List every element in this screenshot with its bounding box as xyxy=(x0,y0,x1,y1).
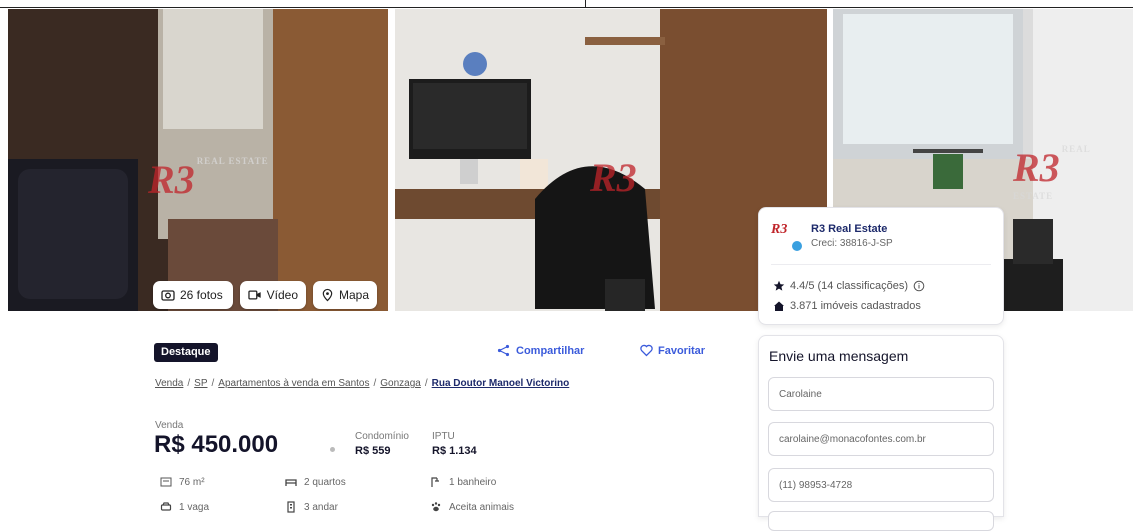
building-icon xyxy=(287,501,295,513)
camera-icon xyxy=(161,290,175,301)
watermark: R3 REAL ESTATE xyxy=(148,156,269,202)
agent-name[interactable]: R3 Real Estate xyxy=(811,223,887,235)
video-icon xyxy=(248,290,261,300)
agent-card[interactable]: R3 R3 Real Estate Creci: 38816-J-SP 4.4/… xyxy=(758,207,1004,325)
agent-creci: Creci: 38816-J-SP xyxy=(811,238,893,249)
map-label: Mapa xyxy=(338,288,369,302)
divider xyxy=(585,0,586,8)
email-field[interactable]: carolaine@monacofontes.com.br xyxy=(768,422,994,456)
breadcrumb-city[interactable]: Apartamentos à venda em Santos xyxy=(218,378,369,389)
feature-bathrooms: 1 banheiro xyxy=(430,476,496,488)
favorite-button[interactable]: Favoritar xyxy=(640,344,705,357)
top-border xyxy=(0,0,1133,8)
breadcrumb: Venda / SP / Apartamentos à venda em Santos /… xyxy=(155,378,569,389)
video-button[interactable]: Vídeo xyxy=(240,281,306,309)
breadcrumb-separator: / xyxy=(424,378,428,389)
iptu-label: IPTU xyxy=(432,431,455,442)
feature-area: 76 m² xyxy=(160,476,205,488)
info-icon[interactable] xyxy=(913,280,925,292)
divider xyxy=(771,264,991,265)
bed-icon xyxy=(285,479,297,486)
condo-label: Condomínio xyxy=(355,431,409,442)
separator-dot xyxy=(330,447,335,452)
contact-form-title: Envie uma mensagem xyxy=(769,348,909,364)
photos-label: 26 fotos xyxy=(180,288,223,302)
breadcrumb-street[interactable]: Rua Doutor Manoel Victorino xyxy=(432,378,570,389)
iptu-value: R$ 1.134 xyxy=(432,445,477,457)
highlight-badge: Destaque xyxy=(154,343,218,362)
name-field[interactable]: Carolaine xyxy=(768,377,994,411)
watermark: R3 REAL ESTATE xyxy=(1013,144,1091,201)
heart-icon xyxy=(640,344,653,357)
breadcrumb-separator: / xyxy=(187,378,191,389)
sale-label: Venda xyxy=(155,420,184,431)
share-button[interactable]: Compartilhar xyxy=(497,344,584,357)
agent-rating: 4.4/5 (14 classificações) xyxy=(773,280,925,292)
shower-icon xyxy=(431,477,439,487)
gallery-photo-1[interactable]: R3 REAL ESTATE 26 fotos Vídeo Mapa xyxy=(8,9,388,311)
car-icon xyxy=(160,502,172,511)
map-button[interactable]: Mapa xyxy=(313,281,377,309)
watermark: R3 xyxy=(590,155,637,200)
video-label: Vídeo xyxy=(266,288,298,302)
breadcrumb-separator: / xyxy=(373,378,377,389)
feature-floor: 3 andar xyxy=(285,501,338,513)
feature-pets: Aceita animais xyxy=(430,501,514,513)
share-icon xyxy=(497,344,510,357)
contact-form: Envie uma mensagem Carolaine carolaine@m… xyxy=(758,335,1004,531)
area-icon xyxy=(160,477,172,487)
paw-icon xyxy=(431,502,441,512)
breadcrumb-neighborhood[interactable]: Gonzaga xyxy=(380,378,421,389)
feature-bedrooms: 2 quartos xyxy=(285,476,346,488)
breadcrumb-state[interactable]: SP xyxy=(194,378,207,389)
breadcrumb-venda[interactable]: Venda xyxy=(155,378,183,389)
price: R$ 450.000 xyxy=(154,431,279,458)
breadcrumb-separator: / xyxy=(211,378,215,389)
share-label: Compartilhar xyxy=(516,344,585,357)
phone-field[interactable]: (11) 98953-4728 xyxy=(768,468,994,502)
message-field[interactable] xyxy=(768,511,994,531)
map-pin-icon xyxy=(322,288,333,302)
verified-icon xyxy=(792,241,802,251)
condo-value: R$ 559 xyxy=(355,445,391,457)
feature-parking: 1 vaga xyxy=(160,501,209,513)
favorite-label: Favoritar xyxy=(658,344,706,357)
photos-button[interactable]: 26 fotos xyxy=(153,281,233,309)
star-icon xyxy=(773,280,785,291)
